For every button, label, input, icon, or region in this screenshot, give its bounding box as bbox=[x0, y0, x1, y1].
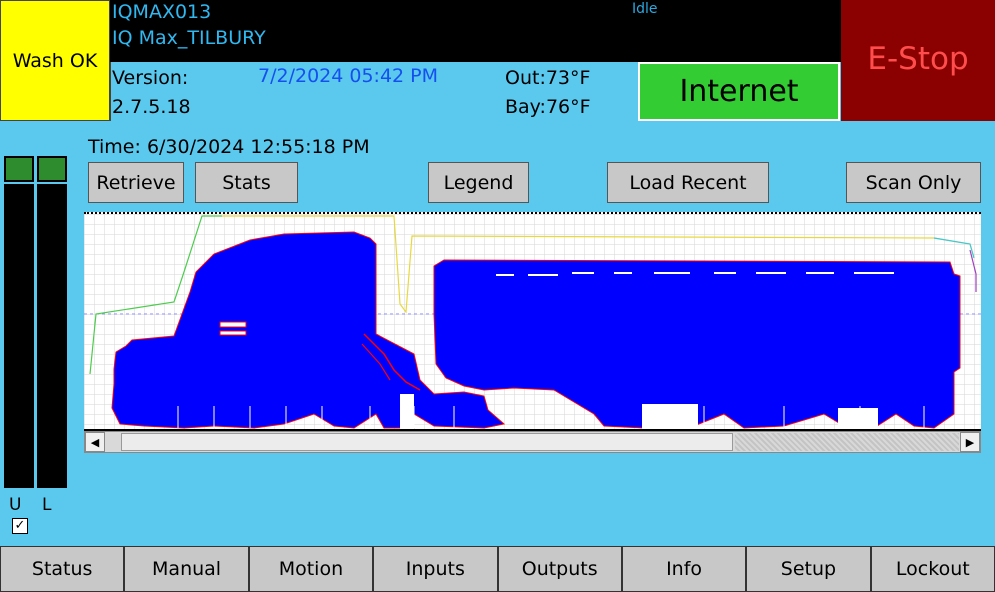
bay-temperature: Bay:76°F bbox=[505, 96, 591, 118]
outside-temperature: Out:73°F bbox=[505, 67, 591, 89]
nav-status-button[interactable]: Status bbox=[0, 546, 125, 592]
version-label: Version: bbox=[112, 67, 189, 89]
nav-info-button[interactable]: Info bbox=[621, 546, 747, 592]
scan-scrollbar[interactable]: ◀ ▶ bbox=[84, 431, 981, 453]
nav-inputs-button[interactable]: Inputs bbox=[373, 546, 498, 592]
nav-setup-button[interactable]: Setup bbox=[746, 546, 871, 592]
meter-u-label: U bbox=[9, 495, 22, 515]
wash-ok-indicator: Wash OK bbox=[0, 0, 110, 121]
system-datetime: 7/2/2024 05:42 PM bbox=[258, 65, 439, 87]
stats-button[interactable]: Stats bbox=[195, 162, 298, 203]
scroll-thumb[interactable] bbox=[121, 433, 733, 451]
retrieve-button[interactable]: Retrieve bbox=[88, 162, 184, 203]
scroll-right-arrow[interactable]: ▶ bbox=[960, 432, 980, 452]
meter-l-indicator bbox=[37, 156, 67, 182]
scan-only-button[interactable]: Scan Only bbox=[846, 162, 981, 203]
load-recent-button[interactable]: Load Recent bbox=[607, 162, 769, 203]
meter-u-indicator bbox=[4, 156, 34, 182]
meter-l-label: L bbox=[42, 495, 52, 515]
scan-time: Time: 6/30/2024 12:55:18 PM bbox=[88, 136, 370, 158]
nav-lockout-button[interactable]: Lockout bbox=[870, 546, 995, 592]
meter-u-bar bbox=[4, 184, 34, 488]
machine-state: Idle bbox=[632, 1, 658, 17]
nav-outputs-button[interactable]: Outputs bbox=[497, 546, 622, 592]
unit-id: IQMAX013 bbox=[112, 1, 212, 23]
bottom-nav: Status Manual Motion Inputs Outputs Info… bbox=[0, 546, 995, 592]
nav-manual-button[interactable]: Manual bbox=[124, 546, 249, 592]
internet-status: Internet bbox=[638, 62, 840, 121]
meter-l-bar bbox=[37, 184, 67, 488]
legend-button[interactable]: Legend bbox=[428, 162, 529, 203]
site-name: IQ Max_TILBURY bbox=[112, 27, 266, 49]
scroll-track[interactable] bbox=[735, 433, 959, 451]
scroll-left-arrow[interactable]: ◀ bbox=[85, 432, 105, 452]
nav-motion-button[interactable]: Motion bbox=[248, 546, 374, 592]
vehicle-scan-profile bbox=[84, 212, 981, 431]
estop-button[interactable]: E-Stop bbox=[841, 0, 995, 121]
version-value: 2.7.5.18 bbox=[112, 96, 191, 118]
vehicle-profile-svg bbox=[84, 214, 981, 431]
meter-checkbox[interactable]: ✓ bbox=[12, 518, 28, 534]
